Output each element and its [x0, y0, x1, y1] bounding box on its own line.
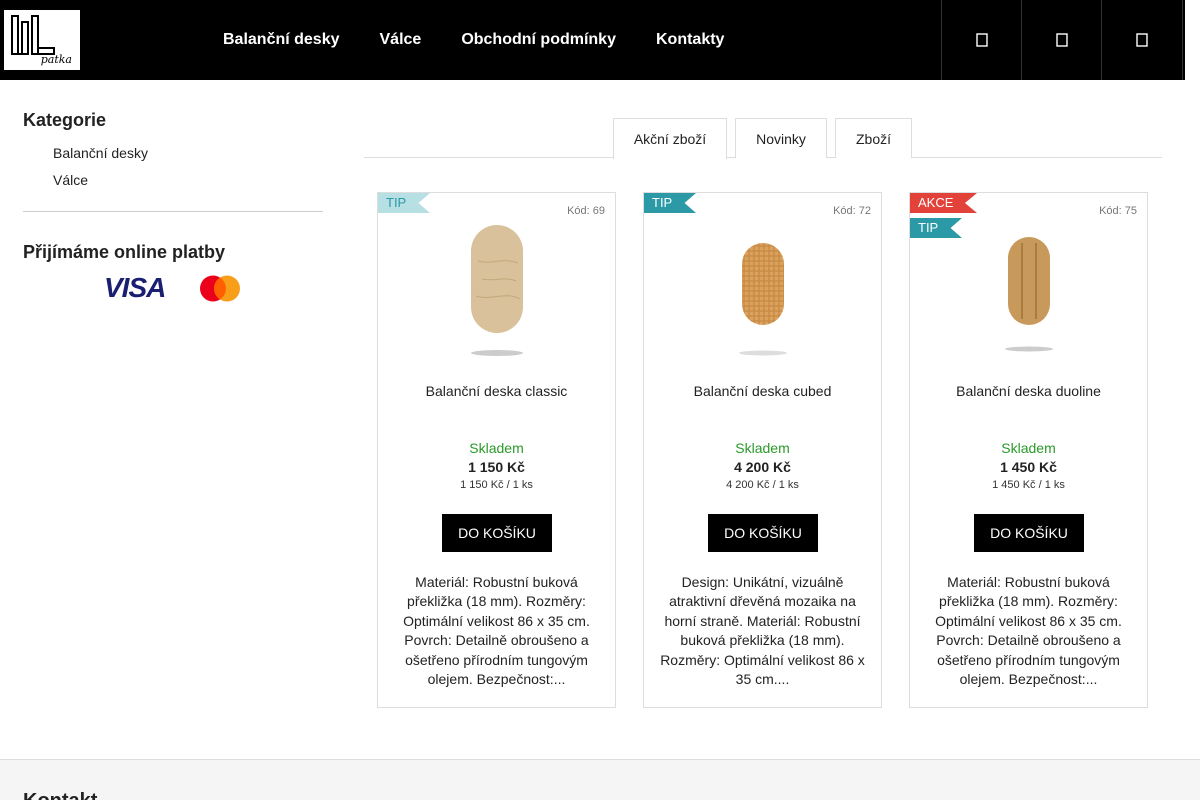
mastercard-logo — [200, 275, 240, 302]
site-header: patka Balanční desky Válce Obchodní podm… — [0, 0, 1185, 80]
product-image[interactable] — [378, 221, 615, 361]
unit-price: 1 150 Kč / 1 ks — [460, 479, 533, 491]
unit-price: 4 200 Kč / 1 ks — [726, 479, 799, 491]
stock-status: Skladem — [469, 440, 524, 456]
nav-kontakty[interactable]: Kontakty — [656, 31, 724, 49]
add-to-cart-button[interactable]: DO KOŠÍKU — [708, 514, 818, 552]
add-to-cart-button[interactable]: DO KOŠÍKU — [974, 514, 1084, 552]
product-image[interactable] — [644, 221, 881, 361]
akce-badge: AKCE — [910, 193, 977, 213]
main-nav: Balanční desky Válce Obchodní podmínky K… — [223, 0, 724, 80]
nav-balancni-desky[interactable]: Balanční desky — [223, 31, 340, 49]
sidebar-item-balancni-desky[interactable]: Balanční desky — [53, 145, 148, 161]
unit-price: 1 450 Kč / 1 ks — [992, 479, 1065, 491]
product-price: 1 150 Kč — [468, 459, 525, 475]
product-description: Materiál: Robustní buková překližka (18 … — [935, 574, 1122, 688]
stock-status: Skladem — [1001, 440, 1056, 456]
product-price: 4 200 Kč — [734, 459, 791, 475]
stock-status: Skladem — [735, 440, 790, 456]
search-button[interactable] — [941, 0, 1021, 80]
site-logo[interactable]: patka — [4, 10, 80, 70]
header-edge — [1182, 0, 1183, 80]
product-name[interactable]: Balanční deska classic — [378, 383, 615, 399]
add-to-cart-button[interactable]: DO KOŠÍKU — [442, 514, 552, 552]
product-code: Kód: 75 — [1099, 205, 1137, 217]
tip-badge: TIP — [644, 193, 696, 213]
cart-icon — [1135, 33, 1148, 47]
product-card: TIP Kód: 69 Balanční deska classic Sklad… — [377, 192, 616, 708]
search-icon — [975, 33, 988, 47]
logo-text: patka — [40, 53, 72, 66]
sidebar-divider — [23, 211, 323, 212]
nav-valce[interactable]: Válce — [380, 31, 422, 49]
account-button[interactable] — [1021, 0, 1101, 80]
visa-logo: VISA — [104, 272, 166, 303]
tab-novinky[interactable]: Novinky — [735, 118, 827, 158]
product-description: Design: Unikátní, vizuálně atraktivní dř… — [660, 574, 865, 688]
tip-badge: TIP — [378, 193, 430, 213]
product-code: Kód: 72 — [833, 205, 871, 217]
categories-title: Kategorie — [23, 110, 107, 130]
product-name[interactable]: Balanční deska cubed — [644, 383, 881, 399]
product-card: AKCE TIP Kód: 75 Balanční deska duoline … — [909, 192, 1148, 708]
product-name[interactable]: Balanční deska duoline — [910, 383, 1147, 399]
tab-akcni-zbozi[interactable]: Akční zboží — [613, 118, 727, 159]
product-code: Kód: 69 — [567, 205, 605, 217]
cart-button[interactable] — [1101, 0, 1181, 80]
tab-zbozi[interactable]: Zboží — [835, 118, 912, 158]
sidebar-item-valce[interactable]: Válce — [53, 172, 88, 188]
user-icon — [1055, 33, 1068, 47]
site-footer: Kontakt — [0, 759, 1200, 800]
nav-obchodni-podminky[interactable]: Obchodní podmínky — [461, 31, 616, 49]
product-price: 1 450 Kč — [1000, 459, 1057, 475]
product-image[interactable] — [910, 221, 1147, 361]
product-description: Materiál: Robustní buková překližka (18 … — [403, 574, 590, 688]
payments-title: Přijímáme online platby — [23, 242, 226, 262]
product-card: TIP Kód: 72 Balanční deska cubed Skladem… — [643, 192, 882, 708]
footer-title: Kontakt — [23, 790, 97, 800]
